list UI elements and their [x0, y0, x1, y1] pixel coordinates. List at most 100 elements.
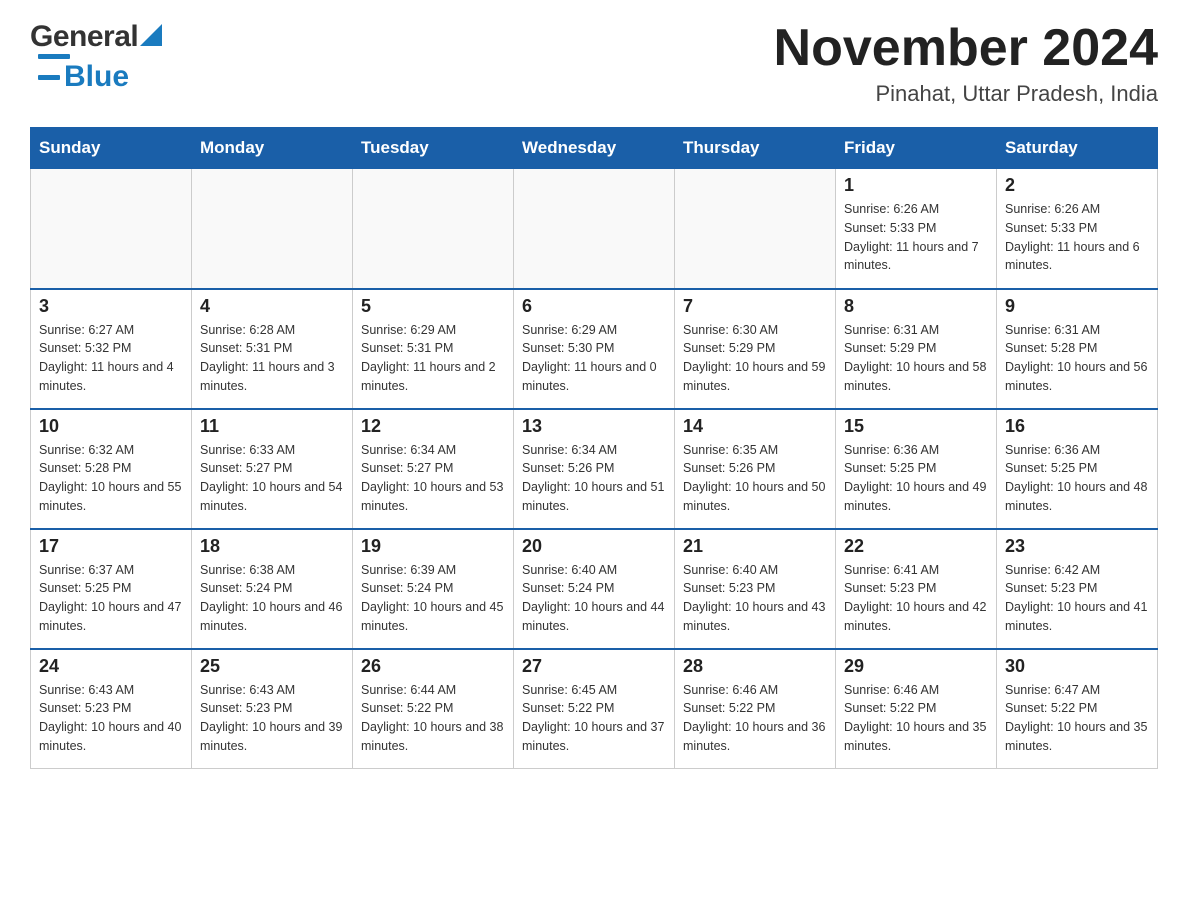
calendar-day-cell: 5 Sunrise: 6:29 AM Sunset: 5:31 PM Daylig… — [353, 289, 514, 409]
calendar-day-cell — [31, 169, 192, 289]
calendar-day-cell: 12 Sunrise: 6:34 AM Sunset: 5:27 PM Dayli… — [353, 409, 514, 529]
day-info: Sunrise: 6:36 AM Sunset: 5:25 PM Dayligh… — [844, 441, 988, 516]
title-area: November 2024 Pinahat, Uttar Pradesh, In… — [774, 20, 1158, 107]
location-title: Pinahat, Uttar Pradesh, India — [774, 81, 1158, 107]
day-number: 14 — [683, 416, 827, 437]
day-number: 9 — [1005, 296, 1149, 317]
calendar-day-cell: 24Sunrise: 6:43 AM Sunset: 5:23 PM Dayli… — [31, 649, 192, 769]
page-header: General Blue November 2024 Pinahat, Utta… — [30, 20, 1158, 107]
day-info: Sunrise: 6:47 AM Sunset: 5:22 PM Dayligh… — [1005, 681, 1149, 756]
day-number: 8 — [844, 296, 988, 317]
day-number: 7 — [683, 296, 827, 317]
logo: General Blue — [30, 20, 162, 92]
calendar-day-cell: 1 Sunrise: 6:26 AM Sunset: 5:33 PM Daylig… — [836, 169, 997, 289]
day-number: 25 — [200, 656, 344, 677]
calendar-day-cell: 30 Sunrise: 6:47 AM Sunset: 5:22 PM Dayli… — [997, 649, 1158, 769]
calendar-day-cell: 16Sunrise: 6:36 AM Sunset: 5:25 PM Dayli… — [997, 409, 1158, 529]
calendar-day-cell: 13 Sunrise: 6:34 AM Sunset: 5:26 PM Dayli… — [514, 409, 675, 529]
day-info: Sunrise: 6:30 AM Sunset: 5:29 PM Dayligh… — [683, 321, 827, 396]
day-number: 22 — [844, 536, 988, 557]
month-title: November 2024 — [774, 20, 1158, 77]
calendar-day-cell: 9 Sunrise: 6:31 AM Sunset: 5:28 PM Daylig… — [997, 289, 1158, 409]
col-header-tuesday: Tuesday — [353, 128, 514, 169]
calendar-week-row: 3Sunrise: 6:27 AM Sunset: 5:32 PM Daylig… — [31, 289, 1158, 409]
col-header-monday: Monday — [192, 128, 353, 169]
calendar-day-cell: 22 Sunrise: 6:41 AM Sunset: 5:23 PM Dayli… — [836, 529, 997, 649]
day-number: 1 — [844, 175, 988, 196]
calendar-day-cell: 15 Sunrise: 6:36 AM Sunset: 5:25 PM Dayli… — [836, 409, 997, 529]
day-info: Sunrise: 6:37 AM Sunset: 5:25 PM Dayligh… — [39, 561, 183, 636]
calendar-day-cell: 11 Sunrise: 6:33 AM Sunset: 5:27 PM Dayli… — [192, 409, 353, 529]
logo-blue-text: Blue — [64, 62, 129, 92]
day-info: Sunrise: 6:31 AM Sunset: 5:29 PM Dayligh… — [844, 321, 988, 396]
col-header-sunday: Sunday — [31, 128, 192, 169]
calendar-day-cell: 28Sunrise: 6:46 AM Sunset: 5:22 PM Dayli… — [675, 649, 836, 769]
day-info: Sunrise: 6:40 AM Sunset: 5:23 PM Dayligh… — [683, 561, 827, 636]
day-info: Sunrise: 6:34 AM Sunset: 5:27 PM Dayligh… — [361, 441, 505, 516]
day-info: Sunrise: 6:46 AM Sunset: 5:22 PM Dayligh… — [844, 681, 988, 756]
day-info: Sunrise: 6:36 AM Sunset: 5:25 PM Dayligh… — [1005, 441, 1149, 516]
day-info: Sunrise: 6:43 AM Sunset: 5:23 PM Dayligh… — [200, 681, 344, 756]
day-info: Sunrise: 6:28 AM Sunset: 5:31 PM Dayligh… — [200, 321, 344, 396]
calendar-day-cell: 14 Sunrise: 6:35 AM Sunset: 5:26 PM Dayli… — [675, 409, 836, 529]
day-info: Sunrise: 6:29 AM Sunset: 5:31 PM Dayligh… — [361, 321, 505, 396]
col-header-thursday: Thursday — [675, 128, 836, 169]
day-number: 20 — [522, 536, 666, 557]
calendar-day-cell: 17 Sunrise: 6:37 AM Sunset: 5:25 PM Dayli… — [31, 529, 192, 649]
day-number: 24 — [39, 656, 183, 677]
calendar-day-cell: 6Sunrise: 6:29 AM Sunset: 5:30 PM Daylig… — [514, 289, 675, 409]
calendar-week-row: 24 Sunrise: 6:43 AM Sunset: 5:23 PM Dayli… — [31, 649, 1158, 769]
day-number: 3 — [39, 296, 183, 317]
calendar-day-cell: 21 Sunrise: 6:40 AM Sunset: 5:23 PM Dayli… — [675, 529, 836, 649]
day-info: Sunrise: 6:31 AM Sunset: 5:28 PM Dayligh… — [1005, 321, 1149, 396]
col-header-saturday: Saturday — [997, 128, 1158, 169]
calendar-week-row: 10Sunrise: 6:32 AM Sunset: 5:28 PM Dayli… — [31, 409, 1158, 529]
calendar-day-cell — [192, 169, 353, 289]
calendar-week-row: 17 Sunrise: 6:37 AM Sunset: 5:25 PM Dayli… — [31, 529, 1158, 649]
calendar-week-row: 1 Sunrise: 6:26 AM Sunset: 5:33 PM Daylig… — [31, 169, 1158, 289]
day-number: 21 — [683, 536, 827, 557]
day-info: Sunrise: 6:29 AM Sunset: 5:30 PM Dayligh… — [522, 321, 666, 396]
day-info: Sunrise: 6:42 AM Sunset: 5:23 PM Dayligh… — [1005, 561, 1149, 636]
calendar-day-cell: 4 Sunrise: 6:28 AM Sunset: 5:31 PM Daylig… — [192, 289, 353, 409]
day-number: 17 — [39, 536, 183, 557]
day-number: 4 — [200, 296, 344, 317]
day-info: Sunrise: 6:35 AM Sunset: 5:26 PM Dayligh… — [683, 441, 827, 516]
col-header-friday: Friday — [836, 128, 997, 169]
logo-triangle-icon — [140, 24, 162, 46]
day-number: 27 — [522, 656, 666, 677]
day-number: 15 — [844, 416, 988, 437]
day-info: Sunrise: 6:33 AM Sunset: 5:27 PM Dayligh… — [200, 441, 344, 516]
day-number: 19 — [361, 536, 505, 557]
calendar-day-cell — [353, 169, 514, 289]
day-info: Sunrise: 6:46 AM Sunset: 5:22 PM Dayligh… — [683, 681, 827, 756]
day-info: Sunrise: 6:38 AM Sunset: 5:24 PM Dayligh… — [200, 561, 344, 636]
day-info: Sunrise: 6:40 AM Sunset: 5:24 PM Dayligh… — [522, 561, 666, 636]
calendar-day-cell: 25 Sunrise: 6:43 AM Sunset: 5:23 PM Dayli… — [192, 649, 353, 769]
day-number: 30 — [1005, 656, 1149, 677]
day-info: Sunrise: 6:39 AM Sunset: 5:24 PM Dayligh… — [361, 561, 505, 636]
calendar-day-cell: 18Sunrise: 6:38 AM Sunset: 5:24 PM Dayli… — [192, 529, 353, 649]
calendar-day-cell: 26Sunrise: 6:44 AM Sunset: 5:22 PM Dayli… — [353, 649, 514, 769]
day-info: Sunrise: 6:34 AM Sunset: 5:26 PM Dayligh… — [522, 441, 666, 516]
day-info: Sunrise: 6:26 AM Sunset: 5:33 PM Dayligh… — [844, 200, 988, 275]
calendar-table: SundayMondayTuesdayWednesdayThursdayFrid… — [30, 127, 1158, 769]
day-number: 13 — [522, 416, 666, 437]
calendar-day-cell: 19 Sunrise: 6:39 AM Sunset: 5:24 PM Dayli… — [353, 529, 514, 649]
day-number: 11 — [200, 416, 344, 437]
calendar-day-cell: 29 Sunrise: 6:46 AM Sunset: 5:22 PM Dayli… — [836, 649, 997, 769]
calendar-header-row: SundayMondayTuesdayWednesdayThursdayFrid… — [31, 128, 1158, 169]
day-info: Sunrise: 6:41 AM Sunset: 5:23 PM Dayligh… — [844, 561, 988, 636]
day-number: 5 — [361, 296, 505, 317]
calendar-day-cell: 10Sunrise: 6:32 AM Sunset: 5:28 PM Dayli… — [31, 409, 192, 529]
calendar-day-cell — [514, 169, 675, 289]
day-number: 10 — [39, 416, 183, 437]
calendar-day-cell: 2Sunrise: 6:26 AM Sunset: 5:33 PM Daylig… — [997, 169, 1158, 289]
calendar-day-cell: 20 Sunrise: 6:40 AM Sunset: 5:24 PM Dayli… — [514, 529, 675, 649]
calendar-day-cell: 23Sunrise: 6:42 AM Sunset: 5:23 PM Dayli… — [997, 529, 1158, 649]
calendar-day-cell: 8 Sunrise: 6:31 AM Sunset: 5:29 PM Daylig… — [836, 289, 997, 409]
day-number: 2 — [1005, 175, 1149, 196]
calendar-day-cell: 27Sunrise: 6:45 AM Sunset: 5:22 PM Dayli… — [514, 649, 675, 769]
day-number: 12 — [361, 416, 505, 437]
day-number: 29 — [844, 656, 988, 677]
